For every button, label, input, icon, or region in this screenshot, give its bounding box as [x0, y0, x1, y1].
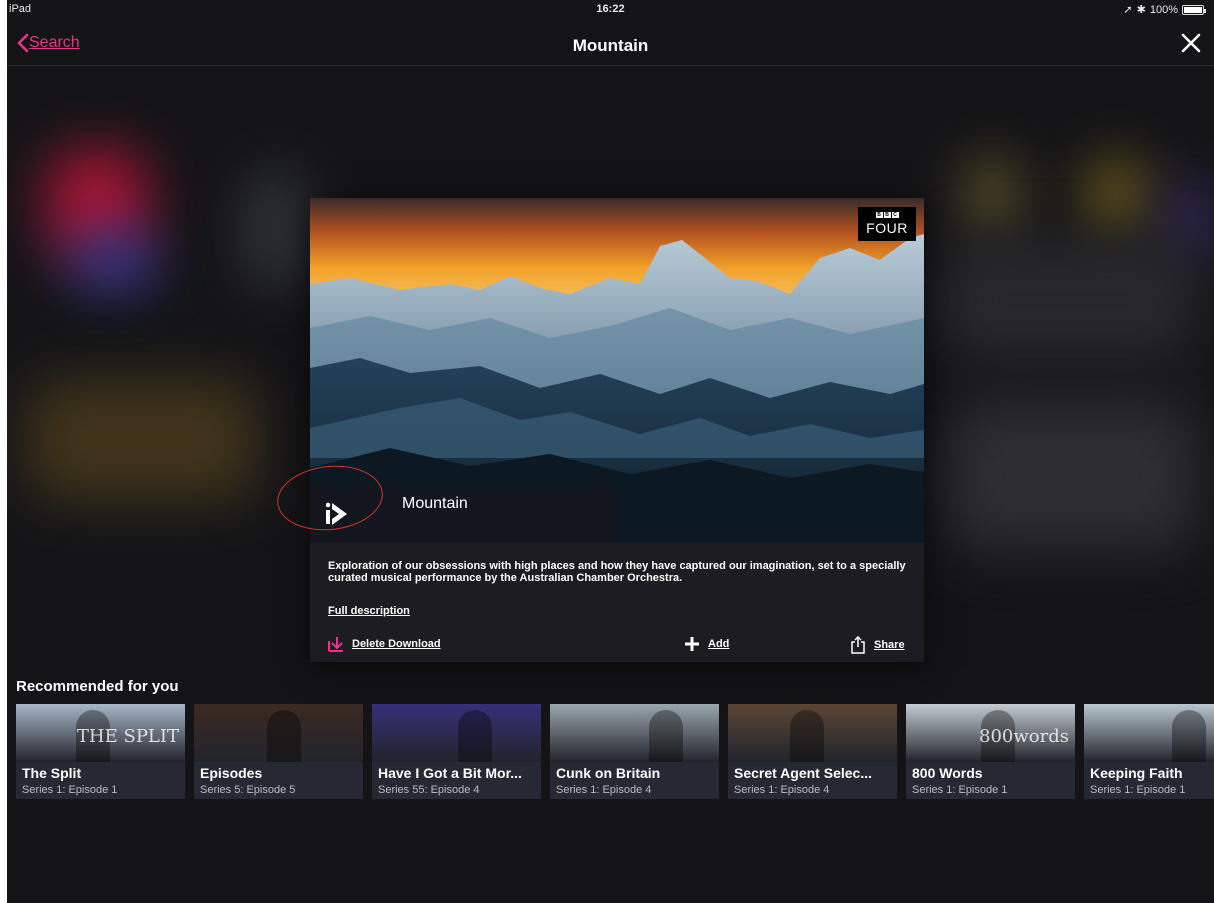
- recommended-item[interactable]: Cunk on Britain Series 1: Episode 4: [550, 704, 719, 799]
- share-label: Share: [874, 639, 905, 651]
- page-title: Mountain: [572, 36, 649, 55]
- recommended-title: 800 Words: [912, 765, 983, 781]
- status-indicators: ➚ ✱ 100%: [1123, 3, 1206, 16]
- recommended-subtitle: Series 55: Episode 4: [378, 784, 480, 796]
- recommended-thumbnail: THE SPLIT: [16, 704, 185, 770]
- recommended-item[interactable]: Keeping Faith Series 1: Episode 1: [1084, 704, 1214, 799]
- channel-logo: BBC FOUR: [858, 207, 916, 241]
- channel-name: FOUR: [866, 220, 908, 236]
- add-button[interactable]: Add: [684, 636, 729, 652]
- recommended-title: Have I Got a Bit Mor...: [378, 765, 522, 781]
- recommended-title: Cunk on Britain: [556, 765, 661, 781]
- battery-icon: [1182, 4, 1206, 15]
- recommended-title: Episodes: [200, 765, 263, 781]
- recommended-item[interactable]: Have I Got a Bit Mor... Series 55: Episod…: [372, 704, 541, 799]
- delete-download-button[interactable]: Delete Download: [328, 636, 441, 652]
- programme-description: Exploration of our obsessions with high …: [328, 560, 906, 584]
- location-icon: ➚: [1123, 4, 1133, 16]
- recommended-subtitle: Series 5: Episode 5: [200, 784, 296, 796]
- delete-download-label: Delete Download: [352, 638, 441, 650]
- navigation-bar: Search Mountain: [7, 22, 1214, 66]
- recommended-subtitle: Series 1: Episode 4: [556, 784, 652, 796]
- bbc-logo: BBC: [875, 212, 899, 218]
- recommended-subtitle: Series 1: Episode 1: [1090, 784, 1186, 796]
- programme-card: BBC FOUR Mountain Exploration of our obs…: [310, 198, 924, 662]
- recommended-heading: Recommended for you: [16, 678, 179, 695]
- recommended-title: Secret Agent Selec...: [734, 765, 872, 781]
- status-time: 16:22: [596, 3, 625, 15]
- recommended-thumbnail: [372, 704, 541, 770]
- recommended-item[interactable]: Secret Agent Selec... Series 1: Episode 4: [728, 704, 897, 799]
- recommended-title: Keeping Faith: [1090, 765, 1183, 781]
- share-button[interactable]: Share: [850, 636, 905, 654]
- recommended-item[interactable]: THE SPLIT The Split Series 1: Episode 1: [16, 704, 185, 799]
- app-screen: iPad 16:22 ➚ ✱ 100% Search Mountain B B …: [7, 0, 1214, 903]
- recommended-subtitle: Series 1: Episode 1: [912, 784, 1008, 796]
- recommended-row: THE SPLIT The Split Series 1: Episode 1 Epi…: [16, 704, 1214, 799]
- status-bar: iPad 16:22 ➚ ✱ 100%: [7, 0, 1214, 20]
- recommended-item[interactable]: 800words 800 Words Series 1: Episode 1: [906, 704, 1075, 799]
- battery-percent: 100%: [1149, 3, 1178, 16]
- programme-title: Mountain: [402, 495, 468, 512]
- battery-level: [1184, 6, 1202, 13]
- plus-icon: [685, 637, 699, 651]
- recommended-subtitle: Series 1: Episode 4: [734, 784, 830, 796]
- recommended-thumbnail: [1084, 704, 1214, 770]
- full-description-link[interactable]: Full description: [328, 605, 410, 617]
- recommended-item[interactable]: Episodes Series 5: Episode 5: [194, 704, 363, 799]
- add-label: Add: [708, 638, 730, 650]
- programme-hero-image: BBC FOUR Mountain: [310, 198, 924, 543]
- share-icon: [851, 636, 865, 654]
- close-button[interactable]: [1180, 32, 1202, 59]
- recommended-thumbnail: [194, 704, 363, 770]
- recommended-title: The Split: [22, 765, 82, 781]
- thumbnail-text: THE SPLIT: [76, 726, 179, 747]
- close-icon: [1181, 33, 1201, 53]
- recommended-subtitle: Series 1: Episode 1: [22, 784, 118, 796]
- thumbnail-text: 800words: [979, 726, 1069, 747]
- recommended-thumbnail: [728, 704, 897, 770]
- recommended-thumbnail: [550, 704, 719, 770]
- bluetooth-icon: ✱: [1136, 4, 1146, 16]
- download-icon: [328, 637, 343, 652]
- recommended-thumbnail: 800words: [906, 704, 1075, 770]
